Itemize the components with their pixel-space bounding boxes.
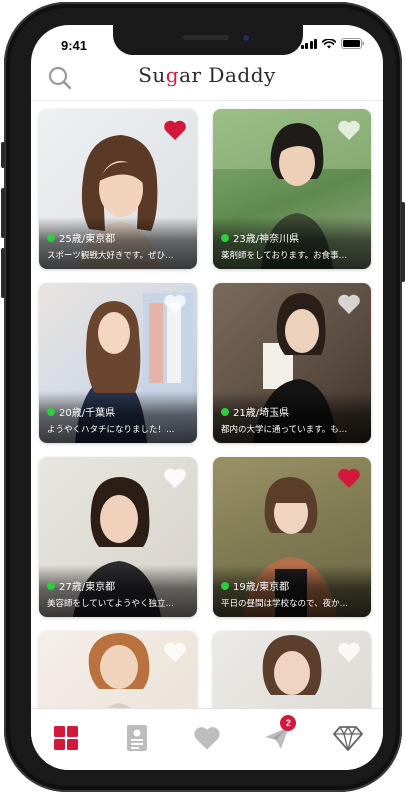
mute-switch bbox=[1, 142, 5, 168]
volume-down-button bbox=[1, 248, 5, 298]
heart-icon bbox=[338, 294, 360, 314]
notch bbox=[113, 25, 303, 55]
profile-age-location: 20歳/千葉県 bbox=[47, 404, 115, 419]
profile-age-location: 27歳/東京都 bbox=[47, 578, 115, 593]
grid-icon bbox=[54, 726, 79, 750]
heart-icon bbox=[338, 642, 360, 662]
profile-card[interactable]: 25歳/東京都 スポーツ観戦大好きです。ぜひ… bbox=[39, 109, 197, 269]
profile-message: ようやくハタチになりました！… bbox=[47, 425, 175, 435]
profile-card[interactable]: 19歳/東京都 平日の昼間は学校なので、夜か… bbox=[213, 457, 371, 617]
heart-icon bbox=[338, 120, 360, 140]
app-screen: 9:41 Sugar Daddy 25歳/東京都 スポーツ観戦大好きです。ぜひ…… bbox=[31, 25, 383, 770]
power-button bbox=[401, 202, 405, 282]
profile-card[interactable]: 20歳/千葉県 ようやくハタチになりました！… bbox=[39, 283, 197, 443]
diamond-icon bbox=[332, 725, 363, 751]
like-button[interactable] bbox=[163, 467, 187, 489]
heart-icon bbox=[194, 727, 220, 750]
profile-card[interactable]: 23歳/神奈川県 薬剤師をしております。お食事… bbox=[213, 109, 371, 269]
profile-message: スポーツ観戦大好きです。ぜひ… bbox=[47, 251, 174, 261]
profile-message: 薬剤師をしております。お食事… bbox=[221, 251, 348, 261]
profile-message: 平日の昼間は学校なので、夜か… bbox=[221, 599, 349, 609]
tab-likes[interactable] bbox=[190, 721, 224, 755]
like-button[interactable] bbox=[337, 467, 361, 489]
online-status-dot bbox=[221, 581, 229, 590]
online-status-dot bbox=[47, 233, 55, 242]
online-status-dot bbox=[221, 233, 229, 242]
heart-icon bbox=[164, 120, 186, 140]
like-button[interactable] bbox=[163, 119, 187, 141]
like-button[interactable] bbox=[337, 119, 361, 141]
like-button[interactable] bbox=[337, 293, 361, 315]
speaker bbox=[183, 35, 229, 40]
profile-age-location: 25歳/東京都 bbox=[47, 230, 115, 245]
heart-icon bbox=[164, 294, 186, 314]
like-button[interactable] bbox=[337, 641, 361, 663]
status-icons bbox=[300, 38, 366, 49]
profile-age-location: 21歳/埼玉県 bbox=[221, 404, 289, 419]
profile-card[interactable]: 27歳/東京都 美容師をしていてようやく独立… bbox=[39, 457, 197, 617]
tab-search-grid[interactable] bbox=[49, 721, 83, 755]
wifi-icon bbox=[322, 38, 336, 48]
profile-age-location: 19歳/東京都 bbox=[221, 578, 289, 593]
profile-card-icon bbox=[126, 725, 147, 751]
heart-icon bbox=[164, 468, 186, 488]
profile-card[interactable]: 21歳/埼玉県 都内の大学に通っています。も… bbox=[213, 283, 371, 443]
cellular-signal-icon bbox=[300, 38, 317, 49]
online-status-dot bbox=[47, 407, 55, 416]
like-button[interactable] bbox=[163, 641, 187, 663]
front-camera bbox=[241, 33, 251, 43]
volume-up-button bbox=[1, 188, 5, 238]
app-logo: Sugar Daddy bbox=[138, 63, 276, 87]
profile-age-location: 23歳/神奈川県 bbox=[221, 230, 299, 245]
heart-icon bbox=[164, 642, 186, 662]
like-button[interactable] bbox=[163, 293, 187, 315]
status-time: 9:41 bbox=[61, 38, 88, 53]
tab-premium[interactable] bbox=[331, 721, 365, 755]
app-header: Sugar Daddy bbox=[31, 57, 383, 101]
profile-message: 都内の大学に通っています。も… bbox=[221, 425, 348, 435]
tab-messages[interactable]: 2 bbox=[260, 715, 297, 755]
battery-icon bbox=[341, 38, 364, 49]
tab-profile[interactable] bbox=[120, 721, 154, 755]
online-status-dot bbox=[47, 581, 55, 590]
phone-frame: 9:41 Sugar Daddy 25歳/東京都 スポーツ観戦大好きです。ぜひ…… bbox=[1, 2, 405, 792]
bottom-tab-bar: 2 bbox=[31, 708, 383, 770]
messages-badge: 2 bbox=[280, 715, 297, 731]
online-status-dot bbox=[221, 407, 229, 416]
heart-icon bbox=[338, 468, 360, 488]
profile-message: 美容師をしていてようやく独立… bbox=[47, 599, 174, 609]
profile-grid: 25歳/東京都 スポーツ観戦大好きです。ぜひ… 23歳/神奈川県 薬剤師をしてお… bbox=[39, 109, 375, 770]
